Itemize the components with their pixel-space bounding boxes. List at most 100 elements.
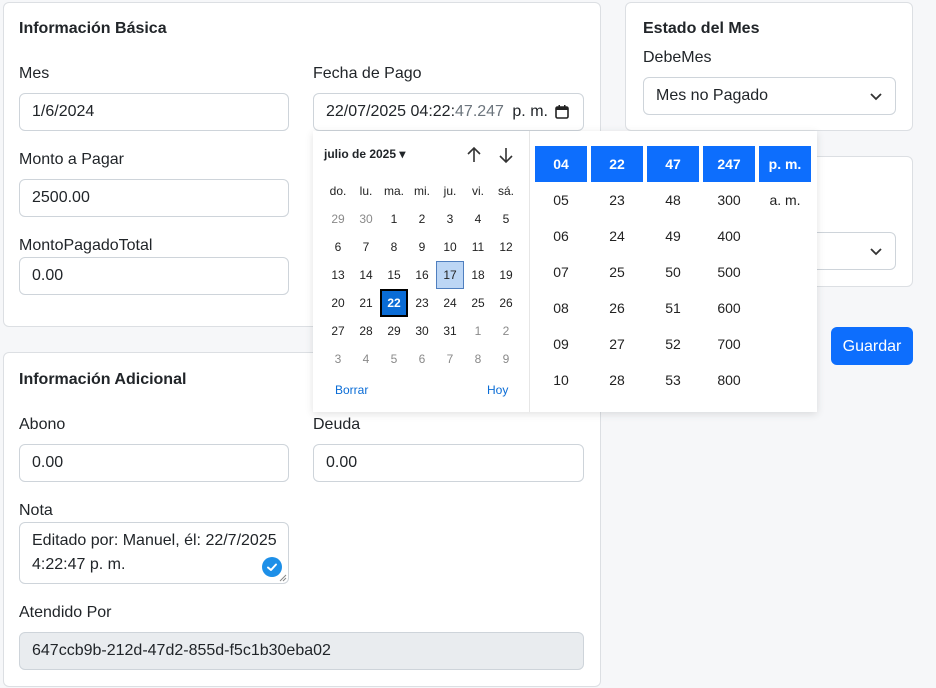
deuda-label: Deuda (313, 416, 361, 433)
calendar-week-row: 29 30 1 2 3 4 5 (324, 205, 520, 233)
millis-option[interactable]: 700 (703, 326, 755, 362)
seconds-option[interactable]: 47 (647, 146, 699, 182)
calendar-day[interactable]: 18 (464, 261, 492, 289)
calendar-day[interactable]: 11 (464, 233, 492, 261)
calendar-day[interactable]: 15 (380, 261, 408, 289)
calendar-day[interactable]: 20 (324, 289, 352, 317)
calendar-day[interactable]: 30 (408, 317, 436, 345)
seconds-option[interactable]: 51 (647, 290, 699, 326)
calendar-day[interactable]: 7 (352, 233, 380, 261)
calendar-day[interactable]: 29 (380, 317, 408, 345)
calendar-day[interactable]: 29 (324, 205, 352, 233)
monto-label: Monto a Pagar (19, 151, 124, 168)
minutes-option[interactable]: 27 (591, 326, 643, 362)
calendar-day[interactable]: 7 (436, 345, 464, 373)
calendar-day[interactable]: 21 (352, 289, 380, 317)
calendar-day[interactable]: 4 (352, 345, 380, 373)
calendar-day[interactable]: 3 (324, 345, 352, 373)
calendar-day[interactable]: 27 (324, 317, 352, 345)
minutes-option[interactable]: 23 (591, 182, 643, 218)
weekday-label: lu. (359, 184, 373, 198)
minutes-option[interactable]: 22 (591, 146, 643, 182)
millis-option[interactable]: 300 (703, 182, 755, 218)
calendar-day[interactable]: 9 (408, 233, 436, 261)
calendar-week-row: 6 7 8 9 10 11 12 (324, 233, 520, 261)
hours-option[interactable]: 10 (535, 362, 587, 398)
chevron-down-icon (870, 93, 882, 101)
calendar-day[interactable]: 2 (492, 317, 520, 345)
calendar-day[interactable]: 13 (324, 261, 352, 289)
calendar-day[interactable]: 23 (408, 289, 436, 317)
pagado-label: MontoPagadoTotal (19, 237, 153, 254)
minutes-option[interactable]: 26 (591, 290, 643, 326)
clear-button[interactable]: Borrar (335, 383, 368, 397)
seconds-option[interactable]: 50 (647, 254, 699, 290)
fecha-pago-seconds: 47.247 (455, 103, 504, 120)
calendar-day[interactable]: 2 (408, 205, 436, 233)
pagado-input[interactable]: 0.00 (19, 257, 289, 295)
calendar-day[interactable]: 17 (436, 261, 464, 289)
resize-handle-icon[interactable] (279, 574, 287, 582)
fecha-pago-input[interactable]: 22/07/2025 04:22:47.247 p. m. (313, 93, 584, 131)
debemes-select[interactable]: Mes no Pagado (643, 77, 896, 115)
nota-label: Nota (19, 502, 53, 519)
calendar-day[interactable]: 3 (436, 205, 464, 233)
calendar-day[interactable]: 16 (408, 261, 436, 289)
mes-input[interactable]: 1/6/2024 (19, 93, 289, 131)
calendar-day[interactable]: 4 (464, 205, 492, 233)
arrow-down-icon[interactable] (496, 145, 516, 165)
seconds-option[interactable]: 53 (647, 362, 699, 398)
millis-option[interactable]: 800 (703, 362, 755, 398)
calendar-day[interactable]: 1 (464, 317, 492, 345)
seconds-option[interactable]: 52 (647, 326, 699, 362)
minutes-option[interactable]: 25 (591, 254, 643, 290)
abono-input[interactable]: 0.00 (19, 444, 289, 482)
arrow-up-icon[interactable] (464, 145, 484, 165)
seconds-option[interactable]: 48 (647, 182, 699, 218)
calendar-day[interactable]: 12 (492, 233, 520, 261)
millis-option[interactable]: 500 (703, 254, 755, 290)
calendar-day[interactable]: 26 (492, 289, 520, 317)
month-selector[interactable]: julio de 2025 ▾ (324, 147, 405, 161)
save-button[interactable]: Guardar (831, 327, 913, 365)
hours-option[interactable]: 04 (535, 146, 587, 182)
millis-option[interactable]: 600 (703, 290, 755, 326)
calendar-day[interactable]: 14 (352, 261, 380, 289)
millis-option[interactable]: 400 (703, 218, 755, 254)
monto-input[interactable]: 2500.00 (19, 179, 289, 217)
calendar-day[interactable]: 6 (324, 233, 352, 261)
hours-option[interactable]: 05 (535, 182, 587, 218)
calendar-day[interactable]: 5 (492, 205, 520, 233)
calendar-day[interactable]: 8 (380, 233, 408, 261)
hours-option[interactable]: 06 (535, 218, 587, 254)
calendar-day[interactable]: 28 (352, 317, 380, 345)
calendar-day[interactable]: 9 (492, 345, 520, 373)
ampm-option[interactable]: a. m. (759, 182, 811, 218)
nota-textarea[interactable]: Editado por: Manuel, él: 22/7/2025 4:22:… (19, 522, 289, 584)
calendar-day[interactable]: 5 (380, 345, 408, 373)
hours-option[interactable]: 09 (535, 326, 587, 362)
minutes-option[interactable]: 28 (591, 362, 643, 398)
minutes-option[interactable]: 24 (591, 218, 643, 254)
calendar-day[interactable]: 25 (464, 289, 492, 317)
calendar-icon[interactable] (555, 105, 569, 119)
calendar-day[interactable]: 30 (352, 205, 380, 233)
calendar-day[interactable]: 8 (464, 345, 492, 373)
calendar-day[interactable]: 31 (436, 317, 464, 345)
weekday-label: mi. (414, 184, 430, 198)
calendar-week-row: 3456789 (324, 345, 520, 373)
hours-option[interactable]: 08 (535, 290, 587, 326)
millis-option[interactable]: 247 (703, 146, 755, 182)
ampm-option[interactable]: p. m. (759, 146, 811, 182)
deuda-input[interactable]: 0.00 (313, 444, 584, 482)
seconds-option[interactable]: 49 (647, 218, 699, 254)
calendar-day[interactable]: 6 (408, 345, 436, 373)
calendar-day[interactable]: 19 (492, 261, 520, 289)
calendar-day[interactable]: 22 (380, 289, 408, 317)
calendar-day[interactable]: 10 (436, 233, 464, 261)
hours-option[interactable]: 07 (535, 254, 587, 290)
today-button[interactable]: Hoy (487, 383, 508, 397)
ampm-column: p. m. a. m. (759, 146, 811, 218)
calendar-day[interactable]: 1 (380, 205, 408, 233)
calendar-day[interactable]: 24 (436, 289, 464, 317)
